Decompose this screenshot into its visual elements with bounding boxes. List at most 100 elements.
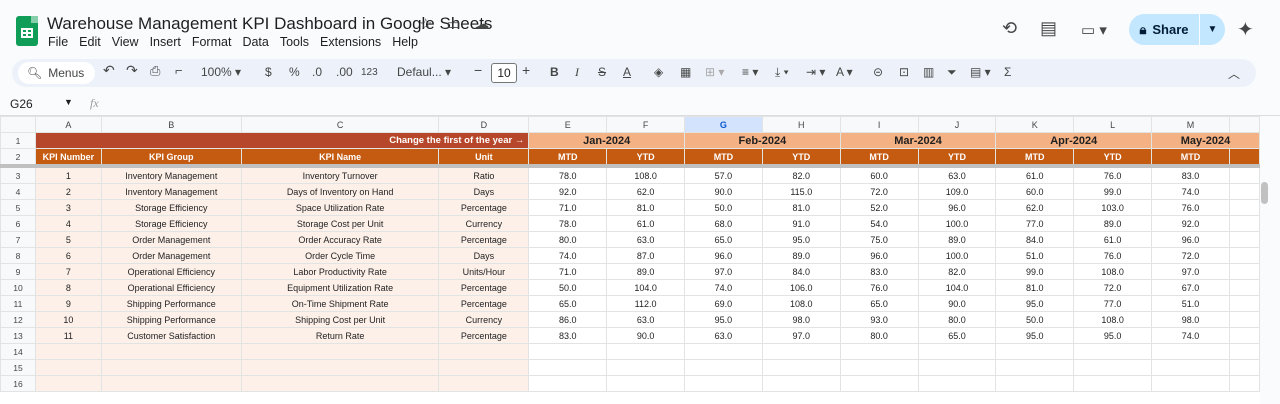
- month-cell[interactable]: Jan-2024: [528, 132, 686, 149]
- table-cell[interactable]: [34, 359, 102, 376]
- menu-tools[interactable]: Tools: [280, 35, 309, 49]
- table-cell[interactable]: 100.0: [917, 247, 997, 264]
- vertical-align-icon[interactable]: ⤓ ▾: [775, 65, 789, 80]
- table-cell[interactable]: 61.0: [995, 165, 1075, 184]
- spreadsheet-grid[interactable]: A B C D E F G H I J K L M 1 Change the f…: [0, 116, 1260, 404]
- paint-format-icon[interactable]: ⌐: [175, 63, 183, 78]
- font-select[interactable]: Defaul... ▾: [397, 65, 451, 79]
- table-cell[interactable]: [1228, 327, 1260, 344]
- table-cell[interactable]: 74.0: [528, 247, 608, 264]
- table-cell[interactable]: 6: [34, 247, 102, 264]
- table-cell[interactable]: 63.0: [606, 311, 686, 328]
- table-cell[interactable]: 65.0: [528, 295, 608, 312]
- star-icon[interactable]: ☆: [419, 16, 432, 33]
- menu-view[interactable]: View: [112, 35, 139, 49]
- column-header[interactable]: H: [761, 116, 841, 133]
- table-cell[interactable]: 108.0: [1073, 263, 1153, 280]
- borders-icon[interactable]: ▦: [680, 65, 691, 79]
- table-cell[interactable]: Return Rate: [240, 327, 440, 344]
- table-cell[interactable]: Order Cycle Time: [240, 247, 440, 264]
- table-cell[interactable]: Currency: [438, 311, 530, 328]
- table-cell[interactable]: [1073, 343, 1153, 360]
- table-cell[interactable]: Shipping Cost per Unit: [240, 311, 440, 328]
- table-cell[interactable]: 91.0: [761, 215, 841, 232]
- column-title-cell[interactable]: KPI Number: [34, 148, 102, 168]
- table-cell[interactable]: [684, 375, 763, 392]
- table-cell[interactable]: 99.0: [995, 263, 1075, 280]
- table-cell[interactable]: [34, 343, 102, 360]
- table-cell[interactable]: Order Accuracy Rate: [240, 231, 440, 248]
- table-cell[interactable]: Inventory Management: [100, 183, 242, 200]
- table-cell[interactable]: Customer Satisfaction: [100, 327, 242, 344]
- table-cell[interactable]: [1228, 343, 1260, 360]
- table-cell[interactable]: 84.0: [995, 231, 1075, 248]
- strikethrough-icon[interactable]: S: [598, 65, 606, 79]
- column-header[interactable]: J: [917, 116, 997, 133]
- table-cell[interactable]: Storage Efficiency: [100, 199, 242, 216]
- table-cell[interactable]: Shipping Performance: [100, 295, 242, 312]
- table-cell[interactable]: 86.0: [528, 311, 608, 328]
- table-cell[interactable]: Operational Efficiency: [100, 263, 242, 280]
- table-cell[interactable]: 63.0: [684, 327, 763, 344]
- menu-edit[interactable]: Edit: [79, 35, 101, 49]
- row-header[interactable]: 16: [0, 375, 36, 392]
- comments-icon[interactable]: ▤: [1040, 18, 1057, 39]
- table-cell[interactable]: Space Utilization Rate: [240, 199, 440, 216]
- column-header[interactable]: B: [100, 116, 242, 133]
- italic-icon[interactable]: I: [575, 65, 579, 80]
- column-header[interactable]: C: [240, 116, 440, 133]
- table-cell[interactable]: 65.0: [917, 327, 997, 344]
- month-cell[interactable]: Apr-2024: [995, 132, 1153, 149]
- table-cell[interactable]: 92.0: [1151, 215, 1230, 232]
- table-cell[interactable]: [761, 359, 841, 376]
- menu-search[interactable]: 🔍︎ Menus: [18, 62, 95, 84]
- table-cell[interactable]: 78.0: [528, 215, 608, 232]
- table-cell[interactable]: 82.0: [917, 263, 997, 280]
- table-cell[interactable]: 74.0: [1151, 327, 1230, 344]
- row-header[interactable]: 8: [0, 247, 36, 264]
- share-dropdown-icon[interactable]: ▼: [1200, 14, 1225, 45]
- table-cell[interactable]: 95.0: [761, 231, 841, 248]
- table-cell[interactable]: 65.0: [684, 231, 763, 248]
- table-cell[interactable]: 52.0: [839, 199, 919, 216]
- table-cell[interactable]: 81.0: [761, 199, 841, 216]
- column-header[interactable]: D: [438, 116, 530, 133]
- table-cell[interactable]: Percentage: [438, 295, 530, 312]
- row-header[interactable]: 14: [0, 343, 36, 360]
- filter-views-icon[interactable]: ▤ ▾: [970, 65, 991, 79]
- column-title-cell[interactable]: MTD: [839, 148, 919, 168]
- collapse-toolbar-icon[interactable]: ︿: [1228, 65, 1240, 82]
- table-cell[interactable]: 77.0: [1073, 295, 1153, 312]
- table-cell[interactable]: Days of Inventory on Hand: [240, 183, 440, 200]
- column-title-cell[interactable]: Unit: [438, 148, 530, 168]
- table-cell[interactable]: 5: [34, 231, 102, 248]
- table-cell[interactable]: [1228, 311, 1260, 328]
- table-cell[interactable]: 50.0: [684, 199, 763, 216]
- table-cell[interactable]: Storage Cost per Unit: [240, 215, 440, 232]
- column-title-cell[interactable]: [1228, 148, 1260, 168]
- menu-data[interactable]: Data: [242, 35, 268, 49]
- table-cell[interactable]: [839, 343, 919, 360]
- table-cell[interactable]: [100, 359, 242, 376]
- column-title-cell[interactable]: YTD: [761, 148, 841, 168]
- table-cell[interactable]: 96.0: [684, 247, 763, 264]
- table-cell[interactable]: 71.0: [528, 199, 608, 216]
- table-cell[interactable]: 95.0: [995, 327, 1075, 344]
- table-cell[interactable]: 4: [34, 215, 102, 232]
- table-cell[interactable]: [1228, 183, 1260, 200]
- table-cell[interactable]: Equipment Utilization Rate: [240, 279, 440, 296]
- table-cell[interactable]: 106.0: [761, 279, 841, 296]
- text-rotation-icon[interactable]: A ▾: [836, 65, 853, 79]
- column-title-cell[interactable]: KPI Name: [240, 148, 440, 168]
- percent-format-button[interactable]: %: [289, 65, 300, 79]
- table-cell[interactable]: [1151, 359, 1230, 376]
- table-cell[interactable]: 60.0: [839, 165, 919, 184]
- functions-icon[interactable]: Σ: [1004, 65, 1011, 79]
- table-cell[interactable]: Inventory Management: [100, 165, 242, 184]
- decrease-decimal-button[interactable]: .0: [312, 65, 322, 79]
- row-header[interactable]: 1: [0, 132, 36, 149]
- table-cell[interactable]: 51.0: [995, 247, 1075, 264]
- table-cell[interactable]: 72.0: [1073, 279, 1153, 296]
- table-cell[interactable]: 9: [34, 295, 102, 312]
- table-cell[interactable]: 74.0: [1151, 183, 1230, 200]
